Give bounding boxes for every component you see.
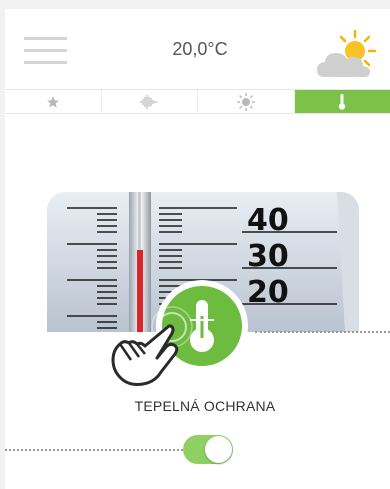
tab-temperature[interactable] xyxy=(294,90,390,113)
thermometer-icon xyxy=(339,93,346,110)
app-screen: 20,0°C 40 30 20 TEPELNÁ OCHRANA xyxy=(5,9,390,489)
star-icon xyxy=(46,95,59,108)
tab-bar xyxy=(5,89,390,114)
toggle-knob xyxy=(205,436,232,463)
feature-label: TEPELNÁ OCHRANA xyxy=(134,398,276,414)
thermal-protection-toggle[interactable] xyxy=(183,435,233,464)
scale-label-20: 20 xyxy=(247,275,289,310)
connector-line-left xyxy=(5,449,183,451)
scale-label-30: 30 xyxy=(247,239,289,274)
tab-favorites[interactable] xyxy=(5,90,102,113)
sun-icon xyxy=(236,92,255,111)
tab-light[interactable] xyxy=(198,90,295,113)
scale-label-40: 40 xyxy=(247,203,289,238)
partly-cloudy-icon xyxy=(317,29,377,77)
tab-sound[interactable] xyxy=(102,90,198,113)
sound-wave-icon xyxy=(140,94,158,109)
connector-line-right xyxy=(255,331,390,333)
hand-pointer-icon xyxy=(111,306,193,386)
current-temperature: 20,0°C xyxy=(172,39,228,59)
header: 20,0°C xyxy=(5,9,390,89)
hamburger-menu-icon[interactable] xyxy=(24,37,67,67)
